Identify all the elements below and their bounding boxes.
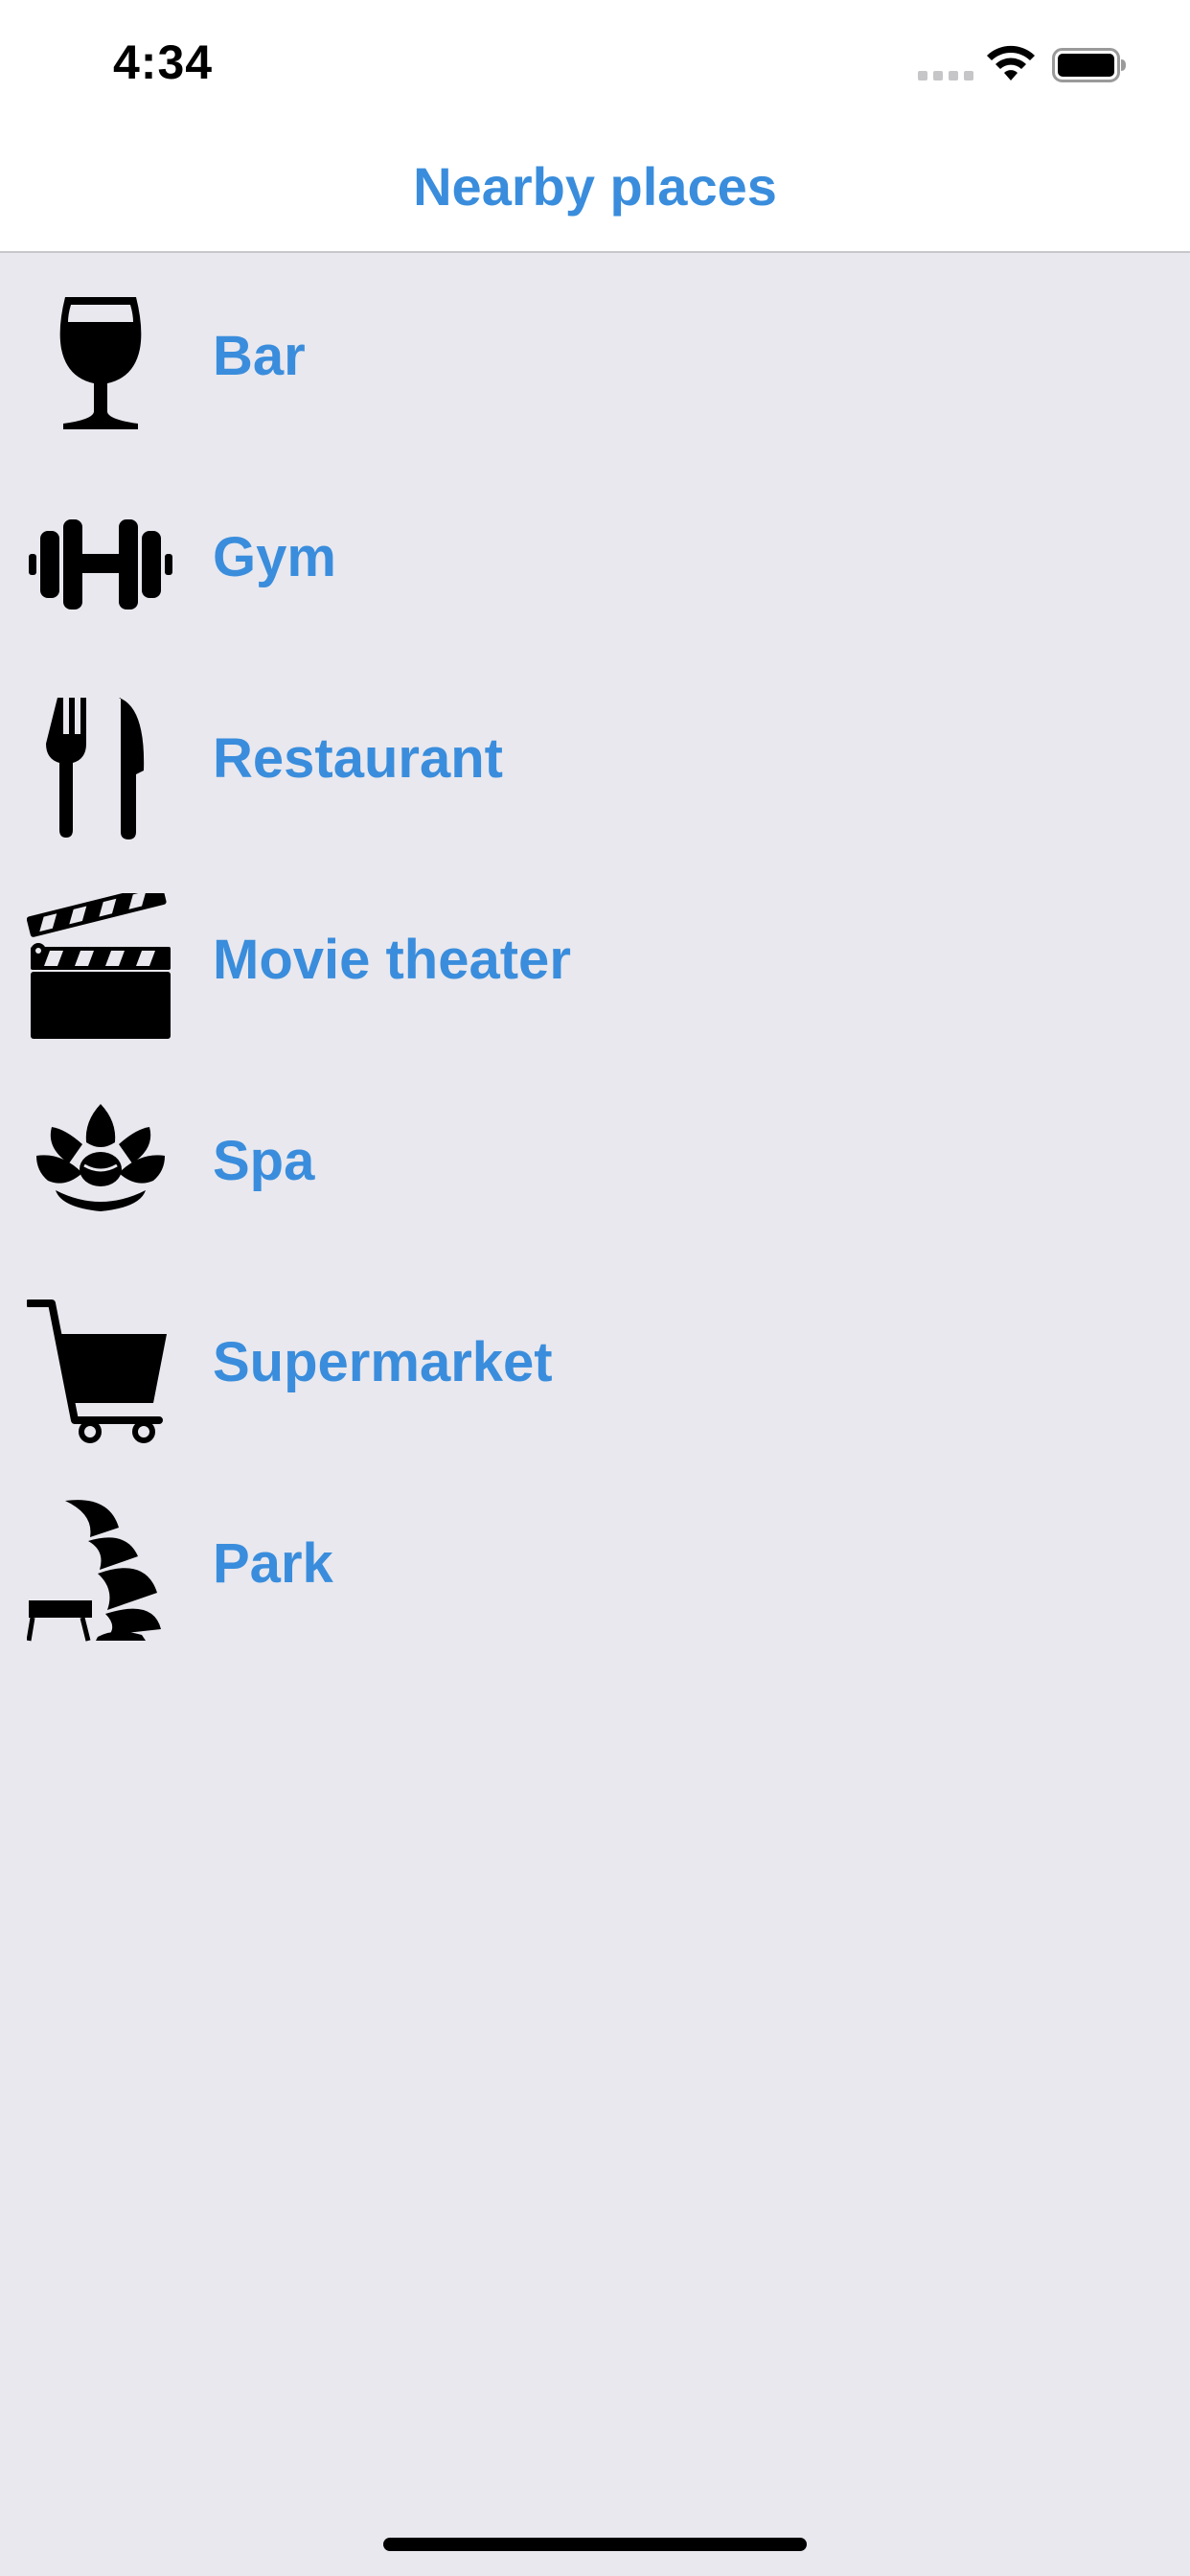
shopping-cart-icon bbox=[27, 1296, 174, 1443]
places-list: Bar Gym Restaurant Movie theater Spa Sup… bbox=[0, 253, 1190, 1662]
battery-icon bbox=[1052, 48, 1127, 82]
place-row-bar[interactable]: Bar bbox=[0, 253, 1190, 454]
place-label: Supermarket bbox=[213, 1331, 553, 1393]
cellular-signal-icon bbox=[918, 71, 973, 80]
wine-glass-icon bbox=[27, 289, 174, 437]
nearby-places-screen: 4:34 Nearby places Bar Gym Restaurant Mo… bbox=[0, 0, 1190, 2576]
lotus-icon bbox=[27, 1094, 174, 1242]
place-row-spa[interactable]: Spa bbox=[0, 1058, 1190, 1259]
place-label: Gym bbox=[213, 526, 336, 588]
place-label: Park bbox=[213, 1532, 333, 1595]
navigation-bar: Nearby places bbox=[0, 126, 1190, 253]
home-indicator[interactable] bbox=[383, 2538, 807, 2551]
park-bench-tree-icon bbox=[27, 1497, 174, 1644]
place-label: Bar bbox=[213, 325, 306, 387]
place-row-gym[interactable]: Gym bbox=[0, 454, 1190, 656]
dumbbell-icon bbox=[27, 491, 174, 638]
fork-knife-icon bbox=[27, 692, 174, 840]
place-label: Spa bbox=[213, 1130, 315, 1192]
status-bar: 4:34 bbox=[0, 0, 1190, 126]
place-label: Restaurant bbox=[213, 727, 503, 790]
clapperboard-icon bbox=[27, 893, 174, 1041]
place-row-movie-theater[interactable]: Movie theater bbox=[0, 857, 1190, 1058]
page-title: Nearby places bbox=[413, 156, 777, 217]
wifi-icon bbox=[985, 44, 1037, 82]
place-row-supermarket[interactable]: Supermarket bbox=[0, 1259, 1190, 1460]
place-label: Movie theater bbox=[213, 929, 571, 991]
status-time: 4:34 bbox=[113, 35, 214, 89]
place-row-restaurant[interactable]: Restaurant bbox=[0, 656, 1190, 857]
place-row-park[interactable]: Park bbox=[0, 1460, 1190, 1662]
